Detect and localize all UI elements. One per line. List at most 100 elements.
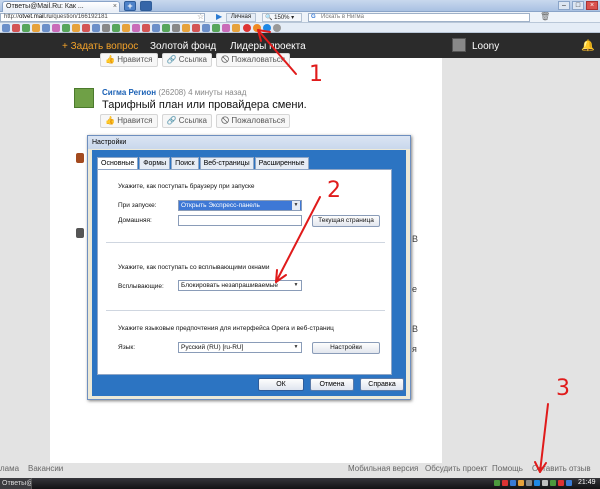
- extension-icon[interactable]: [253, 24, 261, 32]
- bookmark-icon[interactable]: [202, 24, 210, 32]
- network-icon[interactable]: [534, 480, 540, 486]
- text-fragment: е: [412, 284, 418, 294]
- answer-time: 4 минуты назад: [188, 88, 247, 97]
- footer-link[interactable]: Вакансии: [28, 464, 63, 473]
- tray-icon[interactable]: [518, 480, 524, 486]
- footer-link-mobile[interactable]: Мобильная версия: [348, 464, 418, 473]
- tab-forms[interactable]: Формы: [139, 157, 171, 169]
- help-button[interactable]: Справка: [360, 378, 404, 391]
- play-icon[interactable]: ▶: [216, 12, 222, 21]
- annotation-mark-3: 3: [556, 376, 570, 401]
- bookmark-icon[interactable]: [232, 24, 240, 32]
- avatar[interactable]: [452, 38, 466, 52]
- trash-icon[interactable]: 🗑: [540, 12, 550, 21]
- bookmark-icon[interactable]: [122, 24, 130, 32]
- cancel-button[interactable]: Отмена: [310, 378, 354, 391]
- use-current-page-button[interactable]: Текущая страница: [312, 215, 380, 227]
- taskbar-window-button[interactable]: Ответы@Mail.Ru: К...: [0, 478, 32, 489]
- bookmark-icon[interactable]: [162, 24, 170, 32]
- nav-golden-fund[interactable]: Золотой фонд: [150, 41, 216, 52]
- notification-icon[interactable]: 🔔: [581, 39, 595, 52]
- footer-link[interactable]: лама: [0, 464, 19, 473]
- tab-webpages[interactable]: Веб-страницы: [199, 157, 254, 169]
- bookmark-icon[interactable]: [152, 24, 160, 32]
- bookmark-icon[interactable]: [222, 24, 230, 32]
- username[interactable]: Loony: [472, 41, 499, 52]
- like-button[interactable]: 👍 Нравится: [100, 53, 158, 67]
- bookmark-icon[interactable]: [92, 24, 100, 32]
- extension-icon[interactable]: [273, 24, 281, 32]
- bookmark-icon[interactable]: [2, 24, 10, 32]
- bookmark-icon[interactable]: [182, 24, 190, 32]
- bookmark-icon[interactable]: [102, 24, 110, 32]
- homepage-input[interactable]: [178, 215, 302, 226]
- tray-icon[interactable]: [558, 480, 564, 486]
- homepage-label: Домашняя:: [118, 217, 152, 224]
- blocker-icon[interactable]: [243, 24, 251, 32]
- tray-icon[interactable]: [526, 480, 532, 486]
- bookmark-icon[interactable]: [62, 24, 70, 32]
- language-settings-button[interactable]: Настройки: [312, 342, 380, 354]
- ask-question-button[interactable]: + Задать вопрос: [62, 41, 138, 52]
- bookmark-icon[interactable]: [22, 24, 30, 32]
- bookmark-icon[interactable]: [12, 24, 20, 32]
- chevron-down-icon[interactable]: ▼: [292, 201, 300, 210]
- footer-link-discuss[interactable]: Обсудить проект: [425, 464, 488, 473]
- bookmark-icon[interactable]: [82, 24, 90, 32]
- bookmark-icon[interactable]: [142, 24, 150, 32]
- bookmark-icon[interactable]: [132, 24, 140, 32]
- dialog-title[interactable]: Настройки: [88, 136, 410, 149]
- chevron-down-icon[interactable]: ▼: [292, 343, 300, 352]
- chevron-down-icon[interactable]: ▼: [292, 281, 300, 290]
- tab-search[interactable]: Поиск: [171, 157, 199, 169]
- tray-icon[interactable]: [510, 480, 516, 486]
- tab-list-icon[interactable]: [140, 1, 152, 11]
- settings-icon[interactable]: [263, 24, 271, 32]
- site-footer: лама Вакансии Мобильная версия Обсудить …: [0, 462, 600, 478]
- search-engine-icon[interactable]: G: [311, 14, 316, 21]
- profile-button[interactable]: Личная: [226, 13, 256, 22]
- nav-project-leaders[interactable]: Лидеры проекта: [230, 41, 306, 52]
- bookmark-icon[interactable]: [42, 24, 50, 32]
- footer-link-feedback[interactable]: Оставить отзыв: [532, 464, 591, 473]
- close-tab-icon[interactable]: ×: [113, 2, 117, 12]
- bookmark-icon[interactable]: [112, 24, 120, 32]
- close-window-button[interactable]: ×: [586, 1, 598, 10]
- new-tab-button[interactable]: +: [124, 1, 136, 11]
- volume-icon[interactable]: [542, 480, 548, 486]
- bookmark-icon[interactable]: [72, 24, 80, 32]
- bookmark-star-icon[interactable]: ☆: [197, 12, 204, 21]
- ok-button[interactable]: ОК: [258, 378, 304, 391]
- tray-icon[interactable]: [494, 480, 500, 486]
- answer-author-avatar[interactable]: [74, 88, 94, 108]
- language-select[interactable]: Русский (RU) [ru-RU] ▼: [178, 342, 302, 353]
- zoom-control[interactable]: 🔍 150% ▾: [262, 13, 302, 22]
- like-button[interactable]: 👍 Нравится: [100, 114, 158, 128]
- footer-link-help[interactable]: Помощь: [492, 464, 523, 473]
- tray-icon[interactable]: [502, 480, 508, 486]
- link-button[interactable]: 🔗 Ссылка: [161, 53, 213, 67]
- answer-author-name[interactable]: Сигма Регион: [102, 88, 156, 97]
- answer-avatar-partial: [76, 153, 84, 163]
- tab-advanced[interactable]: Расширенные: [254, 157, 309, 169]
- popups-select[interactable]: Блокировать незапрашиваемые ▼: [178, 280, 302, 291]
- search-input[interactable]: G Искать в Нигма: [308, 13, 530, 22]
- report-button[interactable]: 🛇 Пожаловаться: [216, 114, 291, 128]
- report-button[interactable]: 🛇 Пожаловаться: [216, 53, 291, 67]
- address-field[interactable]: http://otvet.mail.ru/question/166192181: [0, 13, 205, 22]
- minimize-button[interactable]: –: [558, 1, 570, 10]
- search-placeholder: Искать в Нигма: [321, 14, 365, 20]
- link-button[interactable]: 🔗 Ссылка: [161, 114, 213, 128]
- tray-icon[interactable]: [550, 480, 556, 486]
- bookmark-icon[interactable]: [52, 24, 60, 32]
- startup-select[interactable]: Открыть Экспресс-панель ▼: [178, 200, 302, 211]
- bookmark-icon[interactable]: [212, 24, 220, 32]
- zoom-value: 150%: [274, 15, 290, 21]
- maximize-button[interactable]: □: [572, 1, 584, 10]
- tray-icon[interactable]: [566, 480, 572, 486]
- taskbar: Ответы@Mail.Ru: К... 21:49: [0, 478, 600, 489]
- bookmark-icon[interactable]: [192, 24, 200, 32]
- bookmark-icon[interactable]: [32, 24, 40, 32]
- browser-tab[interactable]: Ответы@Mail.Ru: Как ... ×: [2, 1, 120, 12]
- bookmark-icon[interactable]: [172, 24, 180, 32]
